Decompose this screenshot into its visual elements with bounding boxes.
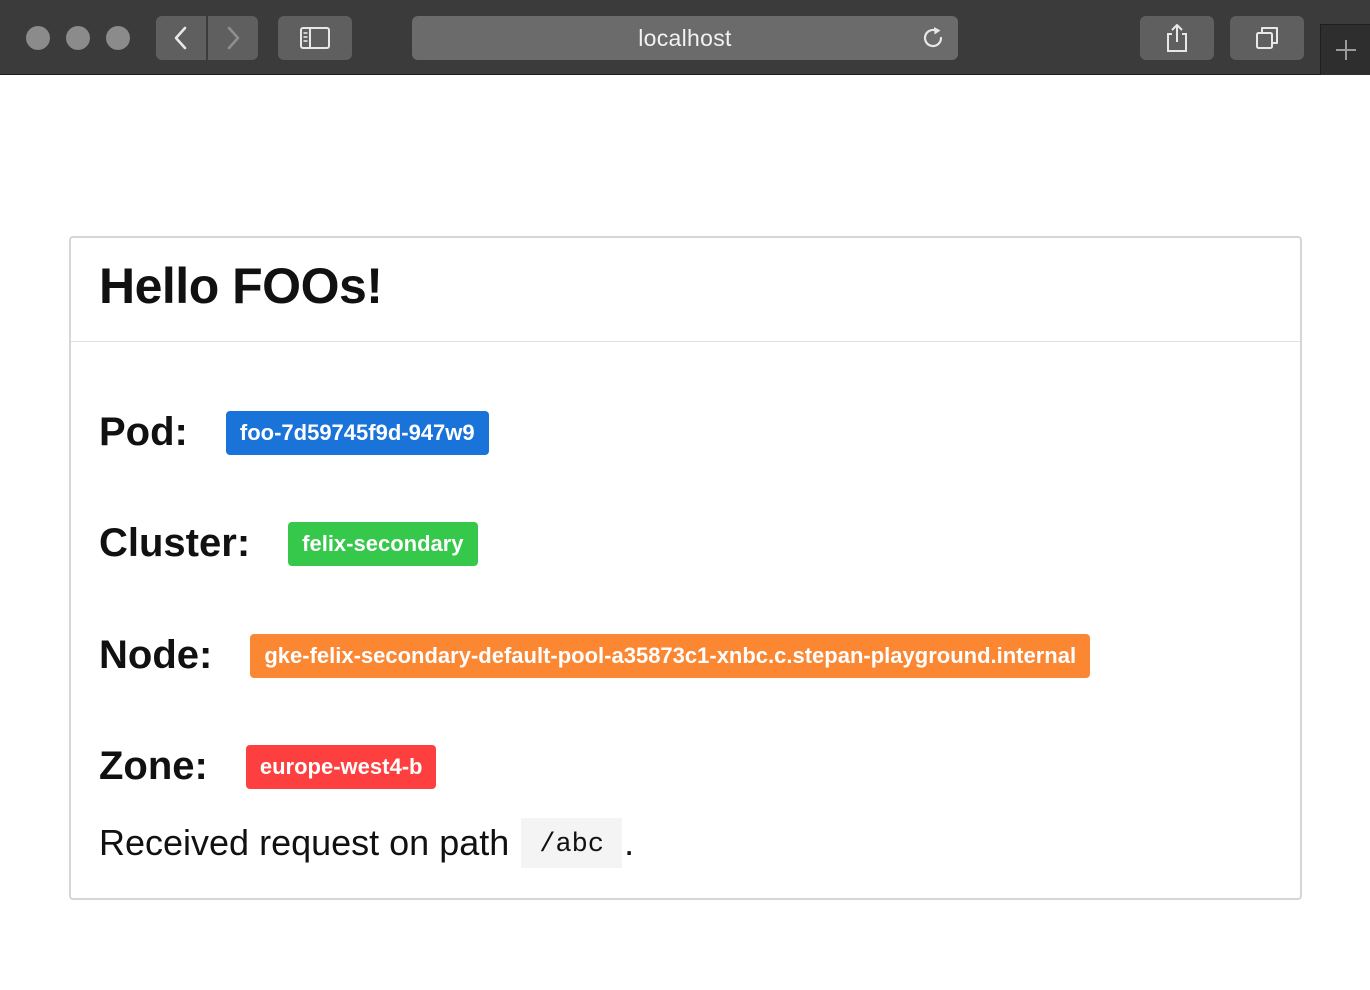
window-close-button[interactable] (26, 26, 50, 50)
cluster-row: Cluster: felix-secondary (99, 521, 478, 566)
address-text: localhost (638, 24, 732, 51)
node-badge: gke-felix-secondary-default-pool-a35873c… (250, 633, 1091, 678)
chevron-left-icon (174, 26, 187, 50)
cluster-label: Cluster: (99, 521, 251, 565)
request-line: Received request on path /abc . (99, 818, 634, 868)
node-row: Node: gke-felix-secondary-default-pool-a… (99, 633, 1091, 678)
request-suffix: . (624, 822, 635, 863)
share-icon (1167, 24, 1187, 52)
cluster-badge: felix-secondary (288, 521, 478, 566)
node-label: Node: (99, 633, 213, 677)
pod-badge: foo-7d59745f9d-947w9 (225, 410, 489, 455)
pod-label: Pod: (99, 410, 188, 454)
reload-icon[interactable] (920, 25, 946, 51)
zone-row: Zone: europe-west4-b (99, 744, 437, 789)
pod-row: Pod: foo-7d59745f9d-947w9 (99, 410, 489, 455)
window-zoom-button[interactable] (106, 26, 130, 50)
card-header: Hello FOOs! (71, 238, 1300, 342)
new-tab-button[interactable] (1320, 24, 1370, 75)
request-text: Received request on path (99, 822, 510, 863)
plus-icon (1335, 40, 1356, 60)
share-button[interactable] (1140, 16, 1214, 60)
zone-label: Zone: (99, 744, 208, 788)
info-card: Hello FOOs! Pod: foo-7d59745f9d-947w9 Cl… (69, 236, 1302, 900)
window-minimize-button[interactable] (66, 26, 90, 50)
back-button[interactable] (156, 16, 206, 60)
sidebar-toggle-button[interactable] (278, 16, 352, 60)
address-bar[interactable]: localhost (412, 16, 958, 60)
zone-badge: europe-west4-b (245, 744, 437, 789)
sidebar-icon (300, 27, 330, 49)
tabs-overview-button[interactable] (1230, 16, 1304, 60)
tabs-overview-icon (1256, 27, 1278, 49)
chevron-right-icon (227, 26, 240, 50)
request-path: /abc (521, 818, 623, 868)
page-title: Hello FOOs! (99, 257, 383, 314)
browser-toolbar: localhost (0, 0, 1370, 75)
forward-button[interactable] (208, 16, 258, 60)
